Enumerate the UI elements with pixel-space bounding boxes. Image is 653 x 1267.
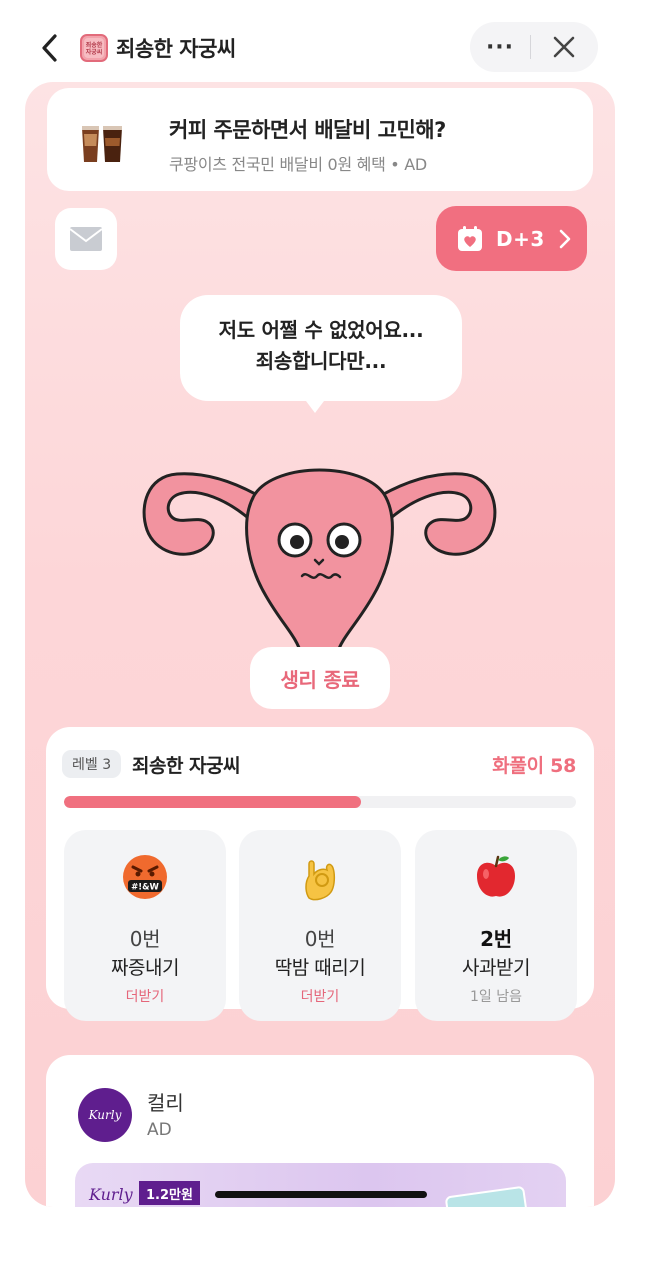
app-title: 죄송한 자궁씨 [116,37,236,61]
stat-annoy-count: 0번 [129,927,161,951]
kurly-ad-banner[interactable]: Kurly 1.2만원 [75,1163,566,1207]
angry-face-icon: #!&W [123,855,167,899]
more-icon: ··· [485,34,515,60]
dday-button[interactable]: D+3 [436,206,587,271]
stat-apology[interactable]: 2번 사과받기 1일 남음 [415,830,577,1021]
kurly-banner-price: 1.2만원 [139,1181,200,1205]
stat-flick-count: 0번 [304,927,336,951]
stat-flick[interactable]: 0번 딱밤 때리기 더받기 [239,830,401,1021]
speech-bubble: 저도 어쩔 수 없었어요... 죄송합니다만... [180,295,462,401]
app-icon: 죄송한 자궁씨 [80,34,108,62]
speech-line-1: 저도 어쩔 수 없었어요... [218,318,424,342]
stat-apology-remaining: 1일 남음 [470,989,522,1005]
kurly-ad-label: AD [147,1120,172,1140]
level-progress-track [64,796,576,808]
ad-banner[interactable]: 커피 주문하면서 배달비 고민해? 쿠팡이츠 전국민 배달비 0원 혜택 • A… [47,88,593,191]
uterus-mini-icon: 죄송한 자궁씨 [84,38,104,58]
kurly-ad-card[interactable]: Kurly 컬리 AD Kurly 1.2만원 [46,1055,594,1207]
stat-annoy-more-link[interactable]: 더받기 [64,986,226,1006]
ad-title: 커피 주문하면서 배달비 고민해? [169,118,446,142]
kurly-card-illustration [444,1185,530,1207]
kurly-name: 컬리 [147,1091,184,1115]
calendar-heart-icon [458,225,482,251]
home-indicator [215,1191,427,1198]
back-button[interactable] [34,30,66,66]
ad-subtitle: 쿠팡이츠 전국민 배달비 0원 혜택 • AD [169,155,427,174]
end-period-button[interactable]: 생리 종료 [250,647,390,709]
flick-hand-icon [305,860,336,901]
stat-apology-label: 사과받기 [462,957,530,979]
chevron-right-icon [559,229,571,248]
chevron-left-icon [42,34,57,62]
mail-button[interactable] [55,208,117,270]
stat-annoy-label: 짜증내기 [111,957,179,979]
angry-face-text: #!&W [131,883,159,893]
speech-tail [303,397,327,413]
level-badge: 레벨 3 [62,750,122,778]
apple-icon [477,855,515,897]
kurly-logo: Kurly [78,1088,132,1142]
svg-text:죄송한: 죄송한 [86,41,103,49]
anger-score: 화풀이 58 [492,755,576,777]
close-icon [553,36,575,58]
coffee-cups-icon [82,126,122,162]
level-progress-fill [64,796,361,808]
header-actions: ··· [470,22,598,72]
stat-apology-count: 2번 [480,927,512,951]
svg-text:자궁씨: 자궁씨 [86,48,103,56]
top-bar: 죄송한 자궁씨 죄송한 자궁씨 ··· [0,0,653,90]
level-card: 레벨 3 죄송한 자궁씨 화풀이 58 #!&W 0번 짜증내기 더받기 0번 … [46,727,594,1021]
more-button[interactable]: ··· [470,22,530,72]
kurly-banner-logo: Kurly [89,1185,133,1204]
speech-line-2: 죄송합니다만... [255,349,387,373]
stat-flick-label: 딱밤 때리기 [274,957,366,979]
level-name: 죄송한 자궁씨 [132,755,241,777]
uterus-character-illustration[interactable] [137,432,502,672]
stat-flick-more-link[interactable]: 더받기 [239,986,401,1006]
envelope-icon [69,227,103,251]
stat-annoy[interactable]: #!&W 0번 짜증내기 더받기 [64,830,226,1021]
main-card: 커피 주문하면서 배달비 고민해? 쿠팡이츠 전국민 배달비 0원 혜택 • A… [25,82,615,1207]
dday-label: D+3 [496,226,545,251]
close-button[interactable] [531,22,597,72]
